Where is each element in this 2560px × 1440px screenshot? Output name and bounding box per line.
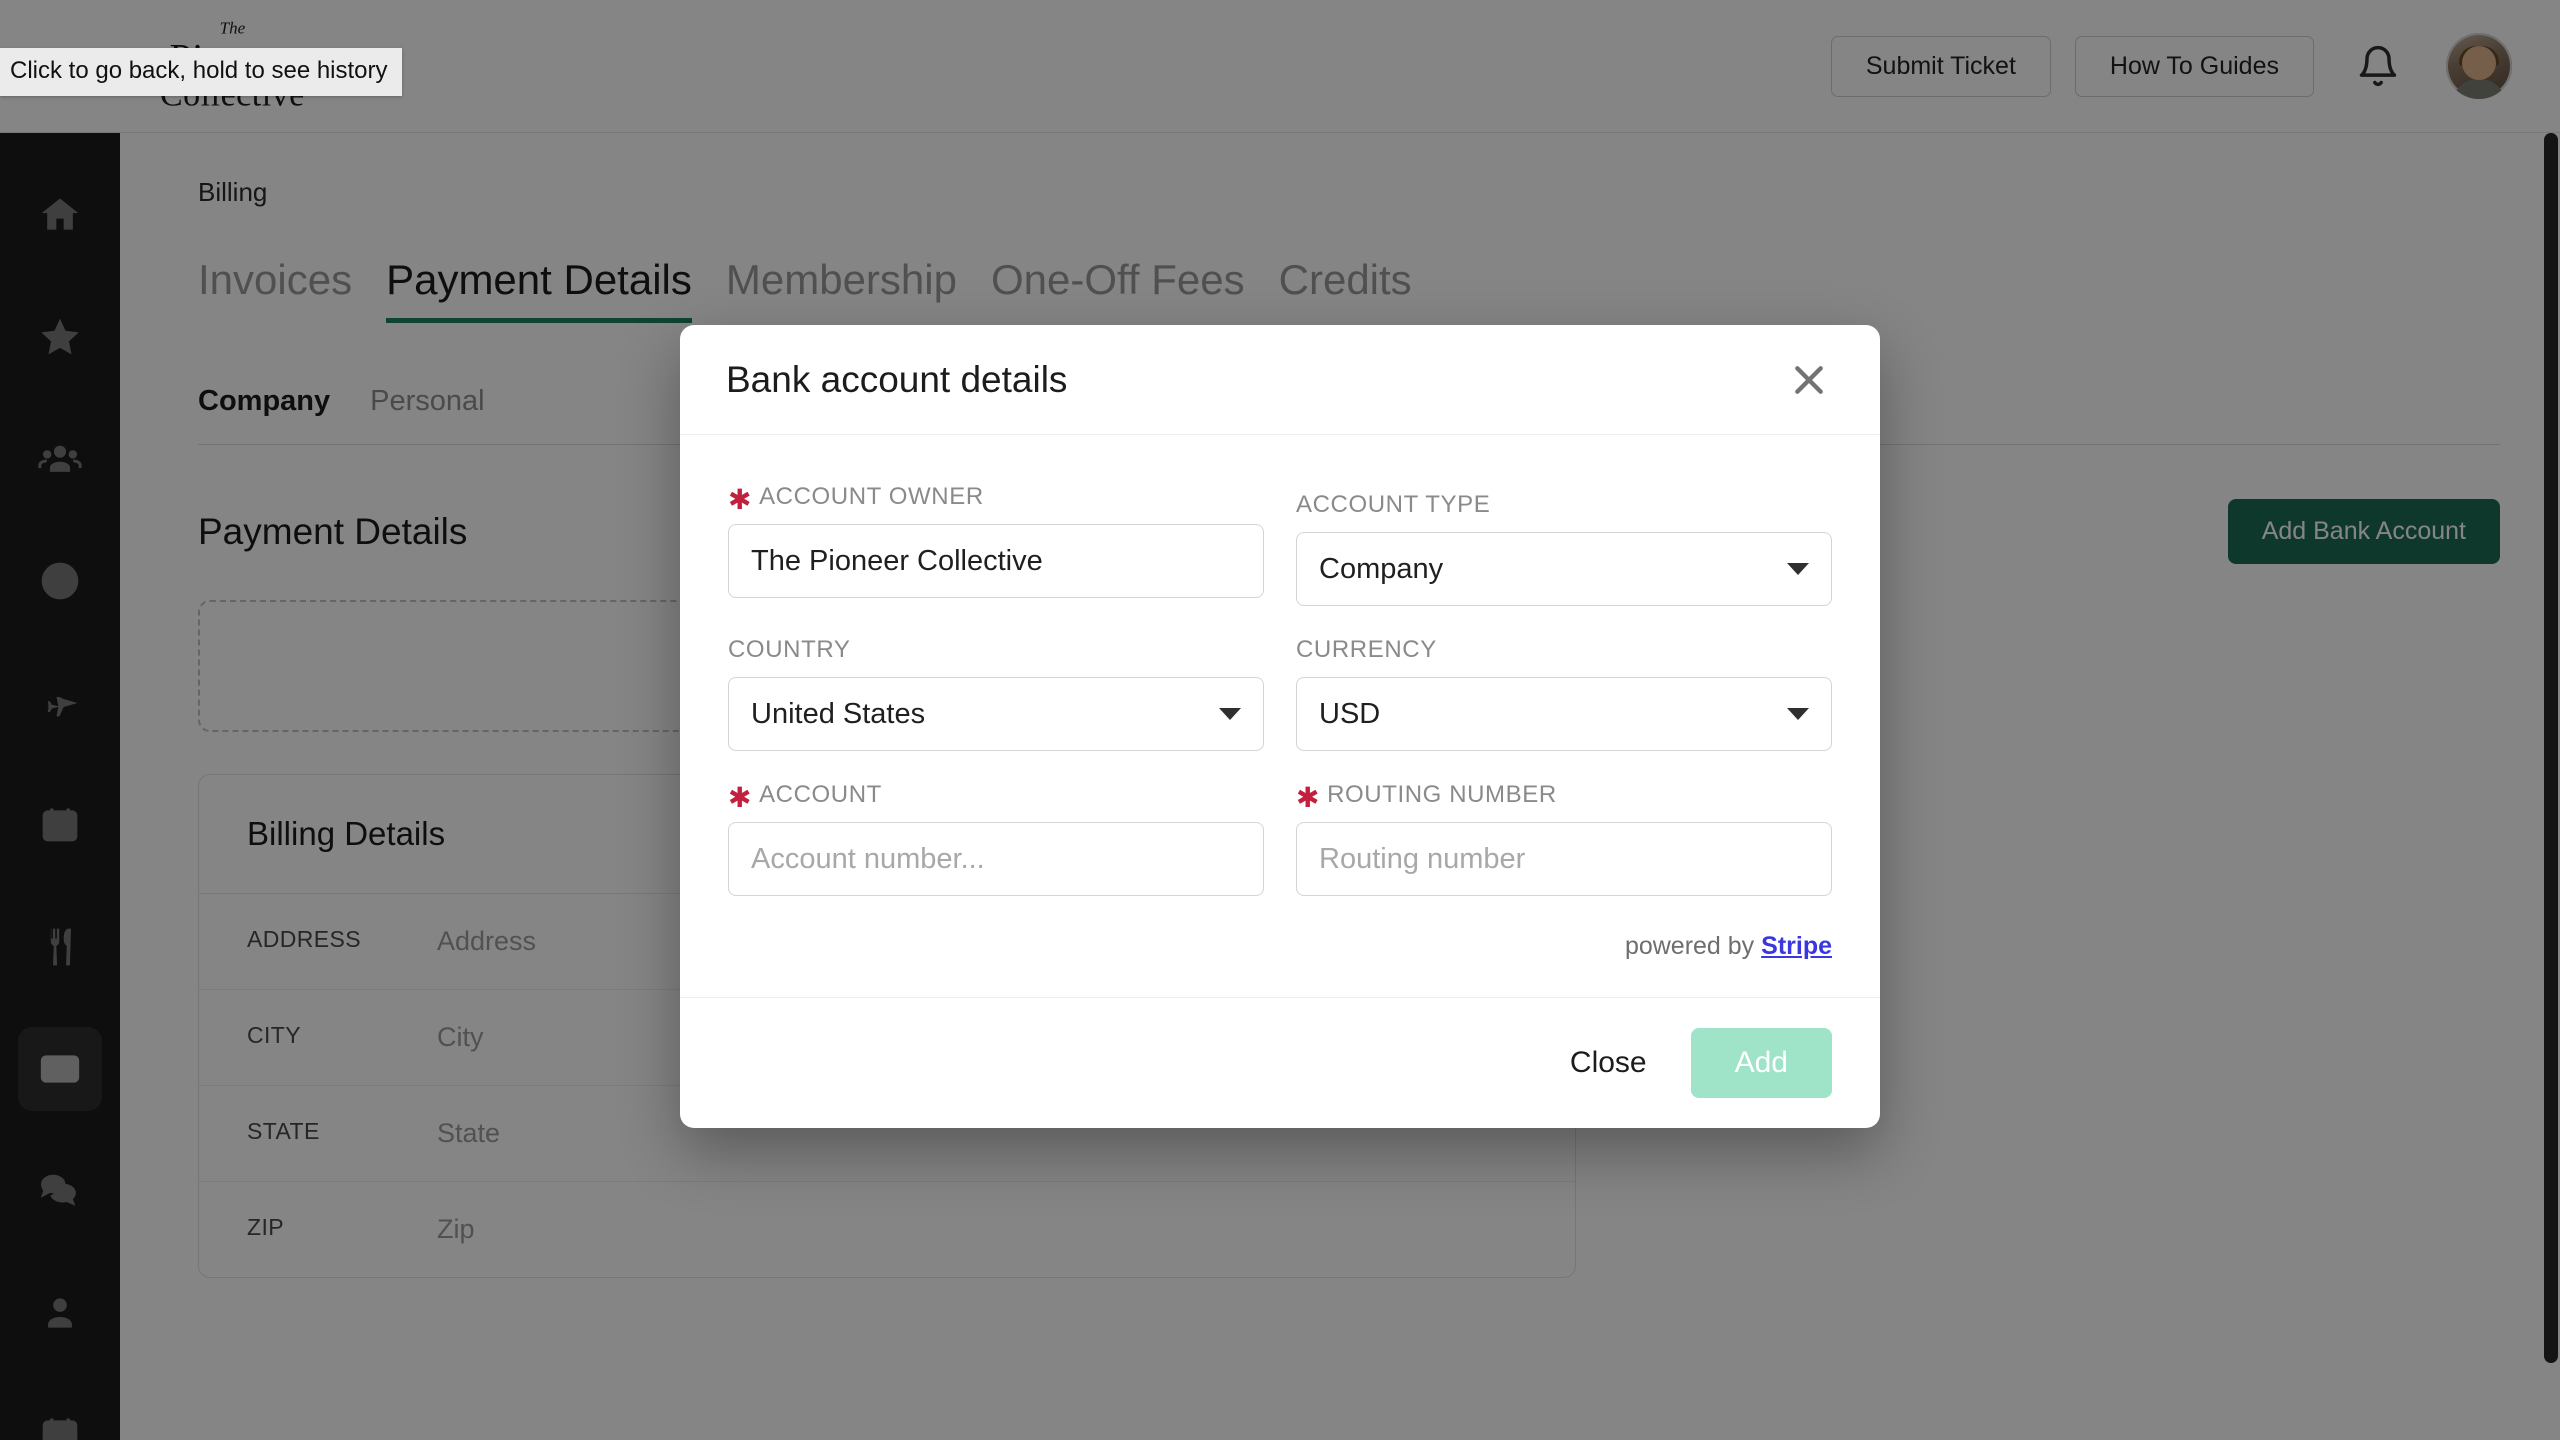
label-text: COUNTRY [728, 636, 851, 663]
label-text: ACCOUNT TYPE [1296, 491, 1491, 518]
label-account: ✱ ACCOUNT [728, 781, 1264, 813]
field-routing-number: ✱ ROUTING NUMBER Routing number [1296, 781, 1832, 896]
field-country: COUNTRY United States [728, 636, 1264, 751]
chevron-down-icon [1219, 708, 1241, 720]
account-type-value: Company [1319, 552, 1444, 585]
modal-header: Bank account details [680, 325, 1880, 435]
required-asterisk: ✱ [728, 484, 753, 515]
chevron-down-icon [1787, 563, 1809, 575]
label-text: ROUTING NUMBER [1327, 781, 1557, 808]
label-text: ACCOUNT [759, 781, 882, 808]
label-country: COUNTRY [728, 636, 1264, 664]
field-currency: CURRENCY USD [1296, 636, 1832, 751]
close-icon[interactable] [1786, 357, 1832, 403]
field-account: ✱ ACCOUNT Account number... [728, 781, 1264, 896]
country-select[interactable]: United States [728, 677, 1264, 751]
label-account-owner: ✱ ACCOUNT OWNER [728, 483, 1264, 515]
field-account-type: ACCOUNT TYPE Company [1296, 483, 1832, 606]
scrollbar-thumb[interactable] [2544, 133, 2558, 1363]
label-routing-number: ✱ ROUTING NUMBER [1296, 781, 1832, 813]
modal-footer: Close Add [680, 997, 1880, 1128]
browser-back-tooltip: Click to go back, hold to see history [0, 48, 402, 96]
chevron-down-icon [1787, 708, 1809, 720]
country-value: United States [751, 697, 926, 730]
powered-by-stripe: powered by Stripe [728, 926, 1832, 971]
label-currency: CURRENCY [1296, 636, 1832, 664]
app-root: The Pioneer Collective Submit Ticket How… [0, 0, 2560, 1440]
label-text: ACCOUNT OWNER [759, 483, 984, 510]
required-asterisk: ✱ [728, 782, 753, 813]
add-button[interactable]: Add [1690, 1028, 1832, 1098]
currency-select[interactable]: USD [1296, 677, 1832, 751]
account-owner-input[interactable]: The Pioneer Collective [728, 524, 1264, 598]
powered-by-text: powered by [1624, 932, 1762, 960]
field-account-owner: ✱ ACCOUNT OWNER The Pioneer Collective [728, 483, 1264, 606]
account-number-input[interactable]: Account number... [728, 822, 1264, 896]
label-account-type: ACCOUNT TYPE [1296, 491, 1832, 519]
label-text: CURRENCY [1296, 636, 1437, 663]
account-type-select[interactable]: Company [1296, 532, 1832, 606]
stripe-link[interactable]: Stripe [1761, 932, 1832, 960]
modal-body: ✱ ACCOUNT OWNER The Pioneer Collective A… [680, 435, 1880, 997]
page-scrollbar[interactable] [2542, 133, 2560, 1440]
required-asterisk: ✱ [1296, 782, 1321, 813]
bank-account-modal: Bank account details ✱ ACCOUNT OWNER The… [680, 325, 1880, 1128]
bank-form-grid: ✱ ACCOUNT OWNER The Pioneer Collective A… [728, 483, 1832, 926]
currency-value: USD [1319, 697, 1381, 730]
modal-title: Bank account details [726, 358, 1068, 400]
routing-number-input[interactable]: Routing number [1296, 822, 1832, 896]
close-button[interactable]: Close [1548, 1032, 1669, 1094]
